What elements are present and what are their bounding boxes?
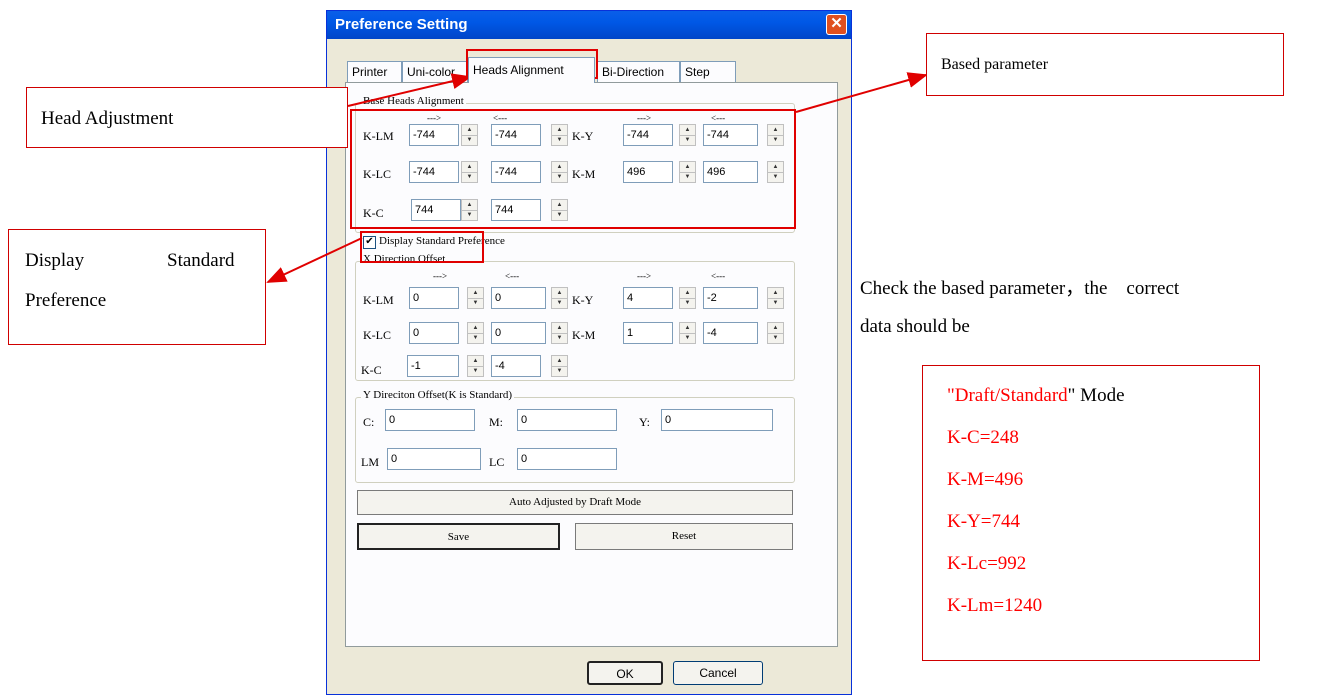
note-head-adjustment-text: Head Adjustment xyxy=(41,108,174,129)
mode-suffix: " Mode xyxy=(1067,385,1125,406)
note-display-word: Display xyxy=(25,250,85,271)
note-based-parameter: Based parameter xyxy=(926,33,1284,96)
arrow-to-display-standard xyxy=(266,237,363,283)
check-instruction-line1: Check the based parameter，the correct xyxy=(860,278,1180,299)
arrow-to-based-parameter xyxy=(795,72,928,113)
note-display-standard: Display Standard Preference xyxy=(8,229,266,345)
note-correct-values: "Draft/Standard" Mode K-C=248 K-M=496 K-… xyxy=(922,365,1260,661)
mode-heading: "Draft/Standard" Mode xyxy=(947,385,1125,407)
value-k-lc: K-Lc=992 xyxy=(947,553,1027,574)
check-instruction-line2: data should be xyxy=(860,316,970,337)
value-k-m: K-M=496 xyxy=(947,469,1024,490)
mode-name: "Draft/Standard xyxy=(947,385,1068,406)
value-k-lm: K-Lm=1240 xyxy=(947,595,1043,616)
note-preference-word: Preference xyxy=(25,290,107,311)
note-head-adjustment: Head Adjustment xyxy=(26,87,348,148)
value-k-c: K-C=248 xyxy=(947,427,1019,448)
note-based-parameter-text: Based parameter xyxy=(941,56,1049,73)
value-k-y: K-Y=744 xyxy=(947,511,1020,532)
note-standard-word: Standard xyxy=(167,250,235,271)
tab-heads-alignment[interactable]: Heads Alignment xyxy=(468,57,595,83)
arrow-to-heads-tab xyxy=(347,73,472,107)
